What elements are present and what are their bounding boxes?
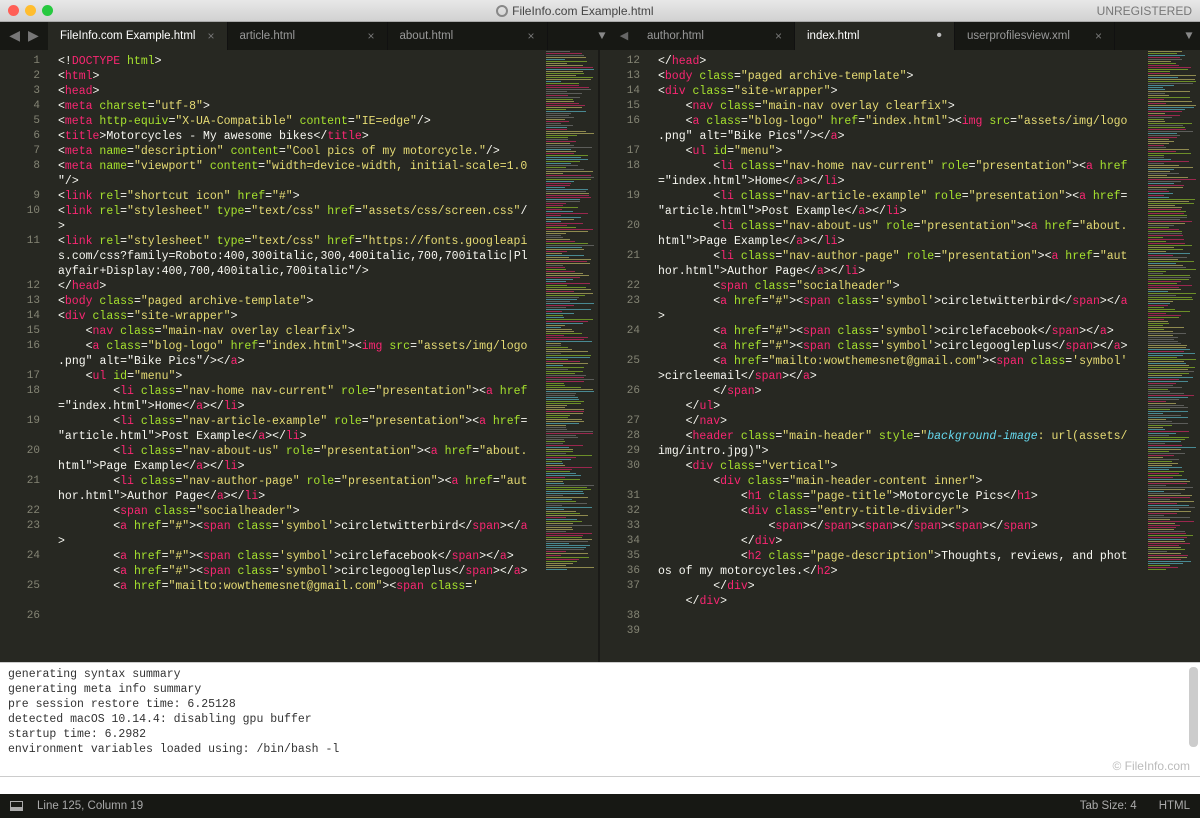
console-line: environment variables loaded using: /bin… [8, 742, 1192, 757]
console-line: startup time: 6.2982 [8, 727, 1192, 742]
console-line: generating syntax summary [8, 667, 1192, 682]
window-title-text: FileInfo.com Example.html [512, 4, 653, 18]
panel-toggle-icon[interactable] [10, 801, 23, 811]
tab-history-indicator[interactable]: ◀ [613, 22, 635, 50]
console-line: generating meta info summary [8, 682, 1192, 697]
close-tab-icon[interactable]: × [1095, 29, 1102, 43]
close-tab-icon[interactable]: × [368, 29, 375, 43]
editor-panes: 12345678 910 11 1213141516 1718 19 20 21… [0, 50, 1200, 662]
tab-label: FileInfo.com Example.html [60, 30, 196, 42]
close-tab-icon[interactable]: × [528, 29, 535, 43]
tab[interactable]: FileInfo.com Example.html × [48, 22, 228, 50]
line-gutter-left: 12345678 910 11 1213141516 1718 19 20 21… [0, 50, 48, 662]
tab[interactable]: author.html × [635, 22, 795, 50]
tab-label: userprofilesview.xml [967, 30, 1070, 42]
watermark: © FileInfo.com [1112, 759, 1190, 774]
command-input[interactable] [0, 776, 1200, 794]
tab-group-left: FileInfo.com Example.html×article.html×a… [48, 22, 591, 50]
window-controls [8, 5, 53, 16]
tab[interactable]: about.html × [388, 22, 548, 50]
tab-history-nav: ◀ ▶ [0, 22, 48, 50]
tab-label: author.html [647, 30, 704, 42]
syntax-mode[interactable]: HTML [1159, 800, 1190, 812]
close-tab-icon[interactable]: × [775, 29, 782, 43]
console-line: detected macOS 10.14.4: disabling gpu bu… [8, 712, 1192, 727]
titlebar: FileInfo.com Example.html UNREGISTERED [0, 0, 1200, 22]
tab-overflow-left-icon[interactable]: ▼ [591, 22, 613, 50]
minimap-left[interactable] [544, 50, 598, 662]
close-tab-icon[interactable]: × [208, 29, 215, 43]
code-area-left[interactable]: <!DOCTYPE html><html><head><meta charset… [48, 50, 542, 662]
console-scrollbar[interactable] [1189, 667, 1198, 747]
status-bar: Line 125, Column 19 Tab Size: 4 HTML [0, 794, 1200, 818]
zoom-window-icon[interactable] [42, 5, 53, 16]
close-window-icon[interactable] [8, 5, 19, 16]
back-icon[interactable]: ◀ [9, 28, 20, 45]
tab[interactable]: userprofilesview.xml × [955, 22, 1115, 50]
code-area-right[interactable]: </head><body class="paged archive-templa… [648, 50, 1144, 662]
tab-label: article.html [240, 30, 296, 42]
console-line: pre session restore time: 6.25128 [8, 697, 1192, 712]
cursor-position[interactable]: Line 125, Column 19 [37, 800, 143, 812]
tab-bar: ◀ ▶ FileInfo.com Example.html×article.ht… [0, 22, 1200, 50]
tab[interactable]: article.html × [228, 22, 388, 50]
editor-pane-left[interactable]: 12345678 910 11 1213141516 1718 19 20 21… [0, 50, 600, 662]
chrome-icon [496, 5, 508, 17]
tab-label: index.html [807, 30, 859, 42]
forward-icon[interactable]: ▶ [28, 28, 39, 45]
tab-group-right: author.html×index.html•userprofilesview.… [635, 22, 1178, 50]
minimize-window-icon[interactable] [25, 5, 36, 16]
tab-size[interactable]: Tab Size: 4 [1080, 800, 1137, 812]
tab[interactable]: index.html• [795, 22, 955, 50]
tab-overflow-right-icon[interactable]: ▼ [1178, 22, 1200, 50]
editor-pane-right[interactable]: 1213141516 1718 19 20 21 2223 24 25 26 2… [600, 50, 1200, 662]
window-title: FileInfo.com Example.html [53, 4, 1097, 18]
console-panel[interactable]: generating syntax summarygenerating meta… [0, 662, 1200, 776]
line-gutter-right: 1213141516 1718 19 20 21 2223 24 25 26 2… [600, 50, 648, 662]
tab-label: about.html [400, 30, 454, 42]
minimap-right[interactable] [1146, 50, 1200, 662]
registration-status: UNREGISTERED [1097, 4, 1192, 18]
